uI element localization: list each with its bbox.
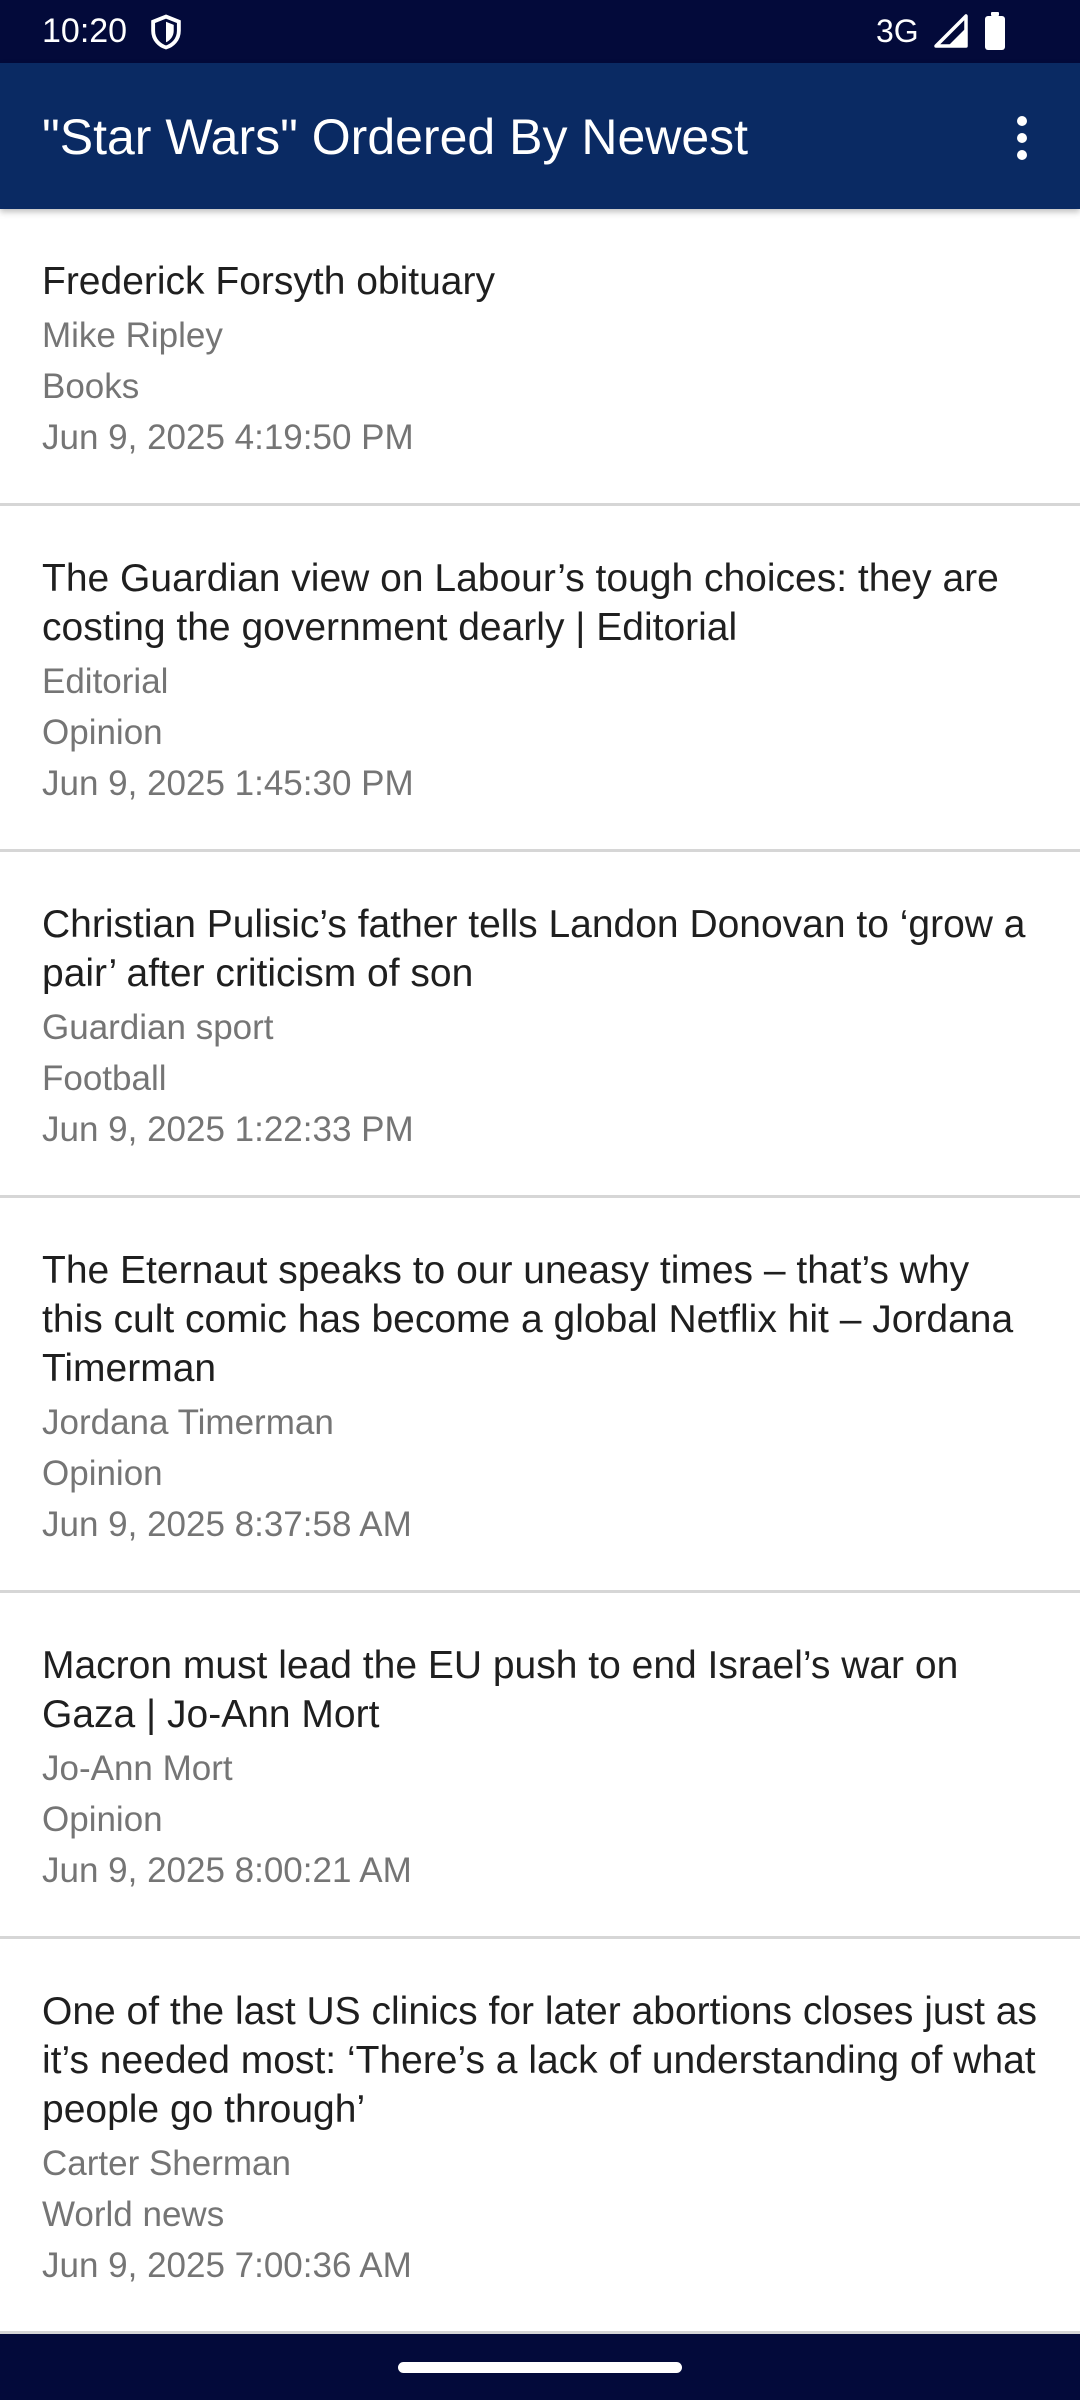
article-title: Frederick Forsyth obituary [42, 260, 495, 303]
article-date: Jun 9, 2025 1:45:30 PM [42, 764, 414, 803]
page-title: "Star Wars" Ordered By Newest [42, 109, 749, 165]
article-item[interactable]: Christian Pulisic’s father tells Landon … [0, 852, 1080, 1198]
app-bar: "Star Wars" Ordered By Newest [0, 63, 1080, 209]
more-vert-icon[interactable] [992, 103, 1052, 173]
shield-icon [151, 14, 181, 50]
battery-icon [985, 12, 1005, 50]
article-author: Guardian sport [42, 1008, 274, 1047]
article-section: Books [42, 367, 140, 406]
article-list[interactable]: Frederick Forsyth obituary Mike Ripley B… [0, 209, 1080, 2334]
article-author: Mike Ripley [42, 316, 223, 355]
article-title: Christian Pulisic’s father tells Landon … [42, 903, 1026, 995]
navigation-bar [0, 2334, 1080, 2400]
article-date: Jun 9, 2025 4:19:50 PM [42, 418, 414, 457]
article-title: The Guardian view on Labour’s tough choi… [42, 557, 999, 649]
article-date: Jun 9, 2025 1:22:33 PM [42, 1110, 414, 1149]
signal-icon [934, 14, 968, 48]
article-title: Macron must lead the EU push to end Isra… [42, 1644, 959, 1736]
article-item[interactable]: One of the last US clinics for later abo… [0, 1939, 1080, 2334]
article-author: Carter Sherman [42, 2144, 291, 2183]
article-author: Editorial [42, 662, 169, 701]
network-type: 3G [876, 13, 919, 49]
article-section: Opinion [42, 1800, 163, 1839]
home-gesture-handle[interactable] [398, 2362, 682, 2373]
status-bar: 10:20 3G [0, 0, 1080, 63]
article-date: Jun 9, 2025 7:00:36 AM [42, 2246, 412, 2285]
article-title: The Eternaut speaks to our uneasy times … [42, 1249, 1014, 1390]
article-item[interactable]: Frederick Forsyth obituary Mike Ripley B… [0, 209, 1080, 506]
article-author: Jordana Timerman [42, 1403, 334, 1442]
article-section: Opinion [42, 1454, 163, 1493]
status-time: 10:20 [42, 12, 128, 50]
article-section: Football [42, 1059, 167, 1098]
article-date: Jun 9, 2025 8:00:21 AM [42, 1851, 412, 1890]
article-item[interactable]: The Guardian view on Labour’s tough choi… [0, 506, 1080, 852]
article-date: Jun 9, 2025 8:37:58 AM [42, 1505, 412, 1544]
article-item[interactable]: The Eternaut speaks to our uneasy times … [0, 1198, 1080, 1593]
article-author: Jo-Ann Mort [42, 1749, 233, 1788]
article-item[interactable]: Macron must lead the EU push to end Isra… [0, 1593, 1080, 1939]
article-section: World news [42, 2195, 225, 2234]
article-section: Opinion [42, 713, 163, 752]
article-title: One of the last US clinics for later abo… [42, 1990, 1037, 2131]
